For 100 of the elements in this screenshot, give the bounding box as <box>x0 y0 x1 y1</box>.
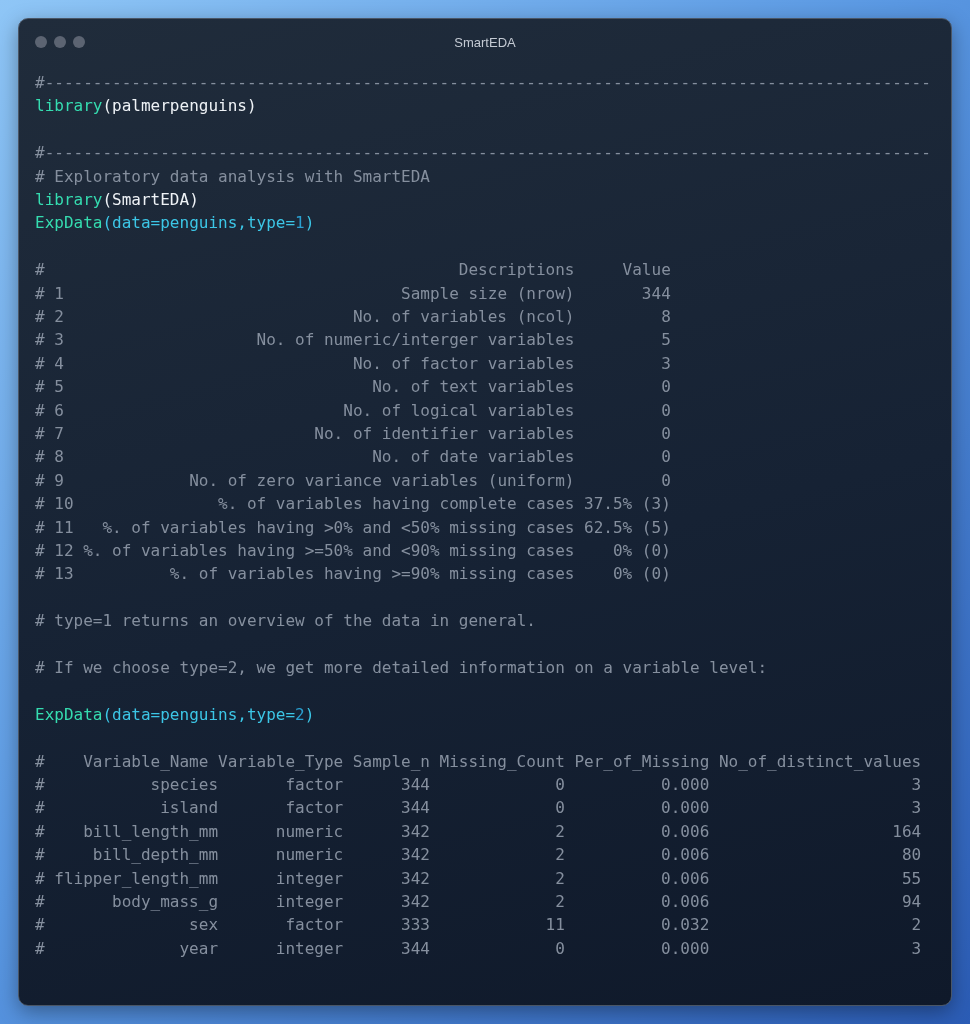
table-cell-text: 342 <box>400 844 430 867</box>
table-cell-text: 0 <box>660 399 671 422</box>
row-index: # 2 <box>35 305 65 328</box>
table-cell-text: 2 <box>554 820 565 843</box>
comment-mark: # <box>35 937 45 960</box>
row-index: # 11 <box>35 516 74 539</box>
row-index: # 9 <box>35 469 65 492</box>
column-header: Variable_Name <box>82 750 210 773</box>
table-cell-text: integer <box>274 937 344 960</box>
table-cell-text: No. of variables (ncol) <box>351 305 575 328</box>
table-cell-text: sex <box>188 914 218 937</box>
column-header: # <box>35 750 45 773</box>
table-cell-text: %. of variables having >0% and <50% missing cases <box>101 516 575 539</box>
table-cell-text: 0 <box>660 376 671 399</box>
table-cell-text: island <box>159 797 218 820</box>
table-cell-text: 0.006 <box>660 844 710 867</box>
table-cell-text: factor <box>284 914 344 937</box>
row-index: # 1 <box>35 282 65 305</box>
column-header: Per_of_Missing <box>573 750 710 773</box>
table-cell-text: body_mass_g <box>111 891 218 913</box>
table-cell-text: No. of identifier variables <box>313 422 575 445</box>
table-cell-text: No. of text variables <box>371 376 575 399</box>
code-line: library(SmartEDA) <box>35 188 200 211</box>
table-cell-text: 5 <box>660 329 671 352</box>
table-cell-text: %. of variables having >=50% and <90% missing cases <box>82 540 575 562</box>
table-cell-text: No. of zero variance variables (uniform) <box>188 469 575 492</box>
comment-mark: # <box>35 914 45 937</box>
comment-line: # type=1 returns an overview of the data in general. <box>35 610 537 633</box>
column-header: Missing_Count <box>438 750 565 773</box>
table-cell-text: 0.000 <box>660 797 710 820</box>
column-header: Variable_Type <box>218 750 344 773</box>
table-cell-text: year <box>178 937 218 960</box>
table-cell-text: numeric <box>274 820 344 843</box>
comment-mark: # <box>35 820 45 843</box>
table-cell-text: 55 <box>900 867 922 890</box>
table-cell-text: 0 <box>660 422 671 445</box>
comment-mark: # <box>35 891 45 913</box>
table-cell-text: 0.006 <box>660 891 710 913</box>
table-cell-text: 0.006 <box>660 867 710 890</box>
table-cell-text: 342 <box>400 820 430 843</box>
table-cell-text: 2 <box>910 914 922 937</box>
table-cell-text: integer <box>274 867 344 890</box>
table-cell-text: 0.000 <box>660 937 710 960</box>
table-cell-text: 0 <box>554 797 565 820</box>
window-control-icon[interactable] <box>73 36 85 48</box>
comment-mark: # <box>35 867 45 890</box>
comment-mark: # <box>35 844 45 867</box>
table-cell-text: No. of factor variables <box>351 352 575 375</box>
column-header: Sample_n <box>351 750 430 773</box>
table-cell-text: 344 <box>400 797 430 820</box>
table-cell-text: 344 <box>400 773 430 796</box>
table-cell-text: 344 <box>640 282 671 305</box>
table-cell-text: 62.5% (5) <box>583 516 671 539</box>
table-cell-text: 80 <box>900 844 922 867</box>
comment-mark: # <box>35 797 45 820</box>
table-cell-text: %. of variables having complete cases <box>217 493 575 516</box>
row-index: # 5 <box>35 376 65 399</box>
table-cell-text: 0 <box>554 937 565 960</box>
table-cell-text: 344 <box>400 937 430 960</box>
table-cell-text: 3 <box>660 352 671 375</box>
table-cell-text: Sample size (nrow) <box>400 282 575 305</box>
table-cell-text: No. of date variables <box>371 446 575 469</box>
table-cell-text: 3 <box>910 773 922 796</box>
table-cell-text: 2 <box>554 844 565 867</box>
row-index: # 10 <box>35 493 74 516</box>
table-cell-text: 0 <box>660 469 671 492</box>
table-cell-text: 3 <box>910 797 922 820</box>
column-header: Descriptions <box>457 259 575 282</box>
table-cell-text: 342 <box>400 867 430 890</box>
table-cell-text: 342 <box>400 891 430 913</box>
window-control-icon[interactable] <box>54 36 66 48</box>
table-cell-text: 333 <box>400 914 430 937</box>
table-cell-text: 2 <box>554 891 565 913</box>
table-cell-text: 0.006 <box>660 820 710 843</box>
window-control-icon[interactable] <box>35 36 47 48</box>
code-line: library(palmerpenguins) <box>35 95 258 118</box>
row-index: # 6 <box>35 399 65 422</box>
row-index: # 12 <box>35 540 74 562</box>
table-cell-text: factor <box>284 773 344 796</box>
table-cell-text: No. of numeric/interger variables <box>255 329 575 352</box>
code-line: ExpData(data=penguins,type=1) <box>35 212 316 235</box>
table-cell-text: 0% (0) <box>611 540 671 562</box>
table-cell-text: bill_length_mm <box>82 820 218 843</box>
table-cell-text: No. of logical variables <box>342 399 575 422</box>
column-header: Value <box>621 259 671 282</box>
table-cell-text: numeric <box>274 844 344 867</box>
comment-line: #-------------------------------------------------------------------------------------------- <box>35 72 932 94</box>
table-cell-text: bill_depth_mm <box>91 844 218 867</box>
table-cell-text: %. of variables having >=90% missing cases <box>168 563 575 586</box>
comment-line: #-------------------------------------------------------------------------------------------- <box>35 142 932 165</box>
table-cell-text: integer <box>274 891 344 913</box>
table-cell-text: 0.032 <box>660 914 710 937</box>
column-header: No_of_distinct_values <box>717 750 922 773</box>
row-index: # 3 <box>35 329 65 352</box>
table-cell-text: flipper_length_mm <box>53 867 218 890</box>
table-cell-text: 94 <box>900 891 922 913</box>
comment-mark: # <box>35 773 45 796</box>
table-cell-text: 0 <box>554 773 565 796</box>
table-cell-text: factor <box>284 797 344 820</box>
table-cell-text: 8 <box>660 305 671 328</box>
